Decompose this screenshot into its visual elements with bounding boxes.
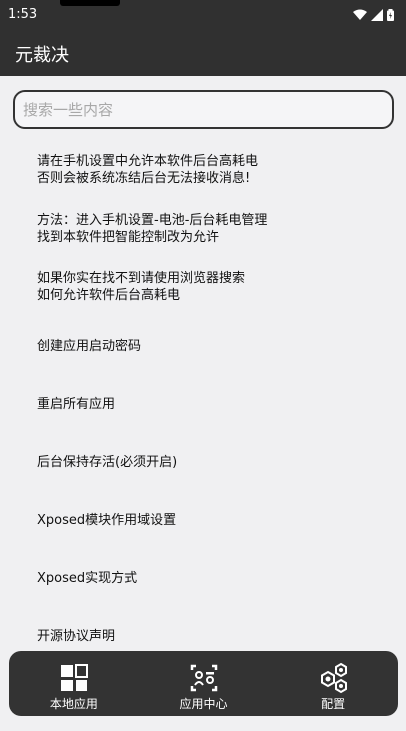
camera-notch	[60, 0, 120, 6]
list-item-line: 请在手机设置中允许本软件后台高耗电	[37, 154, 259, 169]
list-item-label: 后台保持存活(必须开启)	[37, 455, 178, 470]
list-item-label: Xposed实现方式	[37, 571, 138, 586]
grid-icon	[60, 664, 88, 691]
hexagon-settings-icon	[321, 662, 348, 694]
list-item-label: 重启所有应用	[37, 397, 116, 412]
list-item-open-source-license[interactable]: 开源协议声明	[0, 628, 406, 645]
wifi-icon	[353, 9, 367, 20]
list-item-label: 开源协议声明	[37, 629, 116, 644]
list-item-xposed-scope[interactable]: Xposed模块作用域设置	[0, 512, 406, 529]
list-item-background-power-warning[interactable]: 请在手机设置中允许本软件后台高耗电 否则会被系统冻结后台无法接收消息!	[0, 153, 406, 187]
nav-label: 本地应用	[49, 697, 98, 711]
signal-icon	[371, 9, 383, 21]
list-item-line: 如果你实在找不到请使用浏览器搜索	[37, 271, 246, 286]
list-item-xposed-implementation[interactable]: Xposed实现方式	[0, 570, 406, 587]
app-bar: 元裁决	[0, 32, 406, 76]
list-item-method-instructions[interactable]: 方法：进入手机设置-电池-后台耗电管理 找到本软件把智能控制改为允许	[0, 212, 406, 246]
nav-label: 配置	[321, 697, 346, 711]
status-icons	[353, 9, 394, 21]
app-center-icon	[190, 664, 217, 692]
list-item-line: 找到本软件把智能控制改为允许	[37, 230, 220, 245]
nav-label: 应用中心	[179, 697, 228, 711]
list-item-keep-alive[interactable]: 后台保持存活(必须开启)	[0, 454, 406, 471]
list-item-restart-all-apps[interactable]: 重启所有应用	[0, 396, 406, 413]
gesture-bar	[0, 722, 406, 731]
battery-icon	[387, 9, 394, 21]
list-item-label: Xposed模块作用域设置	[37, 513, 177, 528]
status-time: 1:53	[8, 7, 38, 22]
list-item-create-launch-password[interactable]: 创建应用启动密码	[0, 338, 406, 355]
list-item-line: 否则会被系统冻结后台无法接收消息!	[37, 171, 251, 186]
search-input[interactable]	[13, 90, 394, 129]
list-item-line: 方法：进入手机设置-电池-后台耗电管理	[37, 213, 268, 228]
list-item-browser-search-hint[interactable]: 如果你实在找不到请使用浏览器搜索 如何允许软件后台高耗电	[0, 270, 406, 304]
list-item-line: 如何允许软件后台高耗电	[37, 288, 181, 303]
nav-local-apps[interactable]: 本地应用	[9, 651, 139, 716]
app-title: 元裁决	[15, 45, 69, 66]
bottom-nav: 本地应用 应用中心 配置	[9, 651, 398, 716]
nav-app-center[interactable]: 应用中心	[139, 651, 269, 716]
list-item-label: 创建应用启动密码	[37, 339, 142, 354]
nav-config[interactable]: 配置	[268, 651, 398, 716]
status-bar: 1:53	[0, 0, 406, 32]
